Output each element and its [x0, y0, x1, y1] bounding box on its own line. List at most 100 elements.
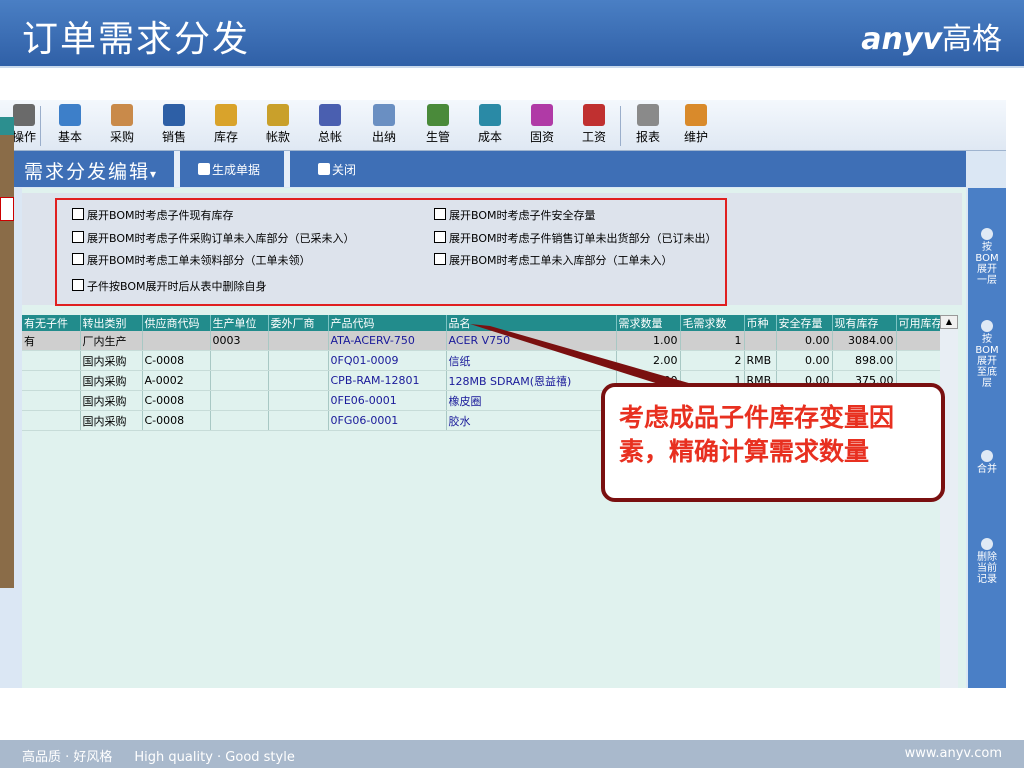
- maintain-icon: [685, 104, 707, 126]
- toolbar-item-13[interactable]: 维护: [672, 104, 720, 145]
- toolbar-item-6[interactable]: 总帐: [306, 104, 354, 145]
- zoom-icon: [981, 538, 993, 550]
- checkbox-icon[interactable]: [434, 208, 446, 220]
- right-action-label: 至底: [977, 367, 997, 378]
- option-checkbox-right-2[interactable]: 展开BOM时考虑工单未入库部分（工单未入）: [434, 252, 673, 268]
- table-cell: 0FE06-0001: [328, 390, 447, 411]
- column-header[interactable]: 毛需求数: [680, 315, 745, 331]
- right-action-bar: 按 BOM 展开 一层按 BOM 展开 至底层合并删除 当前 记录: [968, 188, 1006, 688]
- toolbar-item-5[interactable]: 帐款: [254, 104, 302, 145]
- option-checkbox-left-2[interactable]: 展开BOM时考虑工单未领料部分（工单未领）: [72, 252, 311, 268]
- right-action-label: BOM: [975, 345, 999, 356]
- toolbar-item-label: 报表: [635, 130, 660, 144]
- toolbar-item-10[interactable]: 固资: [518, 104, 566, 145]
- footer-site: www.anyv.com: [904, 746, 1002, 761]
- slide-footer: 高品质 · 好风格 High quality · Good style www.a…: [0, 740, 1024, 768]
- table-row[interactable]: 有厂内生产 0003 ATA-ACERV-750 ACER V750 1.00 1 0.00…: [22, 331, 941, 351]
- right-action-0[interactable]: 按 BOM 展开 一层: [968, 228, 1006, 286]
- column-header[interactable]: 需求数量: [616, 315, 681, 331]
- toolbar-item-12[interactable]: 报表: [624, 104, 672, 145]
- table-cell: [142, 331, 211, 351]
- panel-title[interactable]: 需求分发编辑▾: [24, 157, 158, 184]
- checkbox-icon[interactable]: [72, 253, 84, 265]
- table-cell: [896, 331, 941, 351]
- toolbar-item-9[interactable]: 成本: [466, 104, 514, 145]
- column-header[interactable]: 可用库存: [896, 315, 941, 331]
- left-side-strip: [0, 117, 14, 588]
- checkbox-icon[interactable]: [72, 208, 84, 220]
- checkbox-icon[interactable]: [434, 253, 446, 265]
- option-checkbox-left-3[interactable]: 子件按BOM展开时后从表中删除自身: [72, 278, 267, 294]
- table-cell: C-0008: [142, 350, 211, 371]
- toolbar-item-label: 帐款: [265, 130, 290, 144]
- table-cell: 国内采购: [80, 410, 143, 431]
- toolbar-item-7[interactable]: 出纳: [360, 104, 408, 145]
- right-action-label: 一层: [977, 275, 997, 286]
- column-header[interactable]: 有无子件: [22, 315, 81, 331]
- toolbar-item-label: 固资: [529, 130, 554, 144]
- table-cell: [896, 350, 941, 371]
- column-header[interactable]: 品名: [446, 315, 617, 331]
- table-cell: 3084.00: [832, 331, 897, 351]
- coins-icon: [267, 104, 289, 126]
- column-header[interactable]: 安全存量: [776, 315, 833, 331]
- toolbar-item-3[interactable]: 销售: [150, 104, 198, 145]
- callout-box: 考虑成品子件库存变量因素，精确计算需求数量: [601, 383, 945, 502]
- column-header[interactable]: 产品代码: [328, 315, 447, 331]
- column-header[interactable]: 供应商代码: [142, 315, 211, 331]
- right-action-1[interactable]: 按 BOM 展开 至底层: [968, 320, 1006, 389]
- table-cell: 1: [680, 331, 745, 351]
- option-checkbox-left-1[interactable]: 展开BOM时考虑子件采购订单未入库部分（已采未入）: [72, 230, 355, 246]
- right-action-3[interactable]: 删除 当前 记录: [968, 538, 1006, 585]
- left-strip-tab[interactable]: [0, 117, 14, 135]
- checkbox-icon[interactable]: [72, 231, 84, 243]
- slide-title: 订单需求分发: [22, 19, 251, 60]
- table-cell: [268, 370, 329, 391]
- toolbar-item-label: 工资: [581, 130, 606, 144]
- main-toolbar: 操作 基本 采购 销售 库存 帐款 总帐 出纳 生管 成本 固资 工资 报表 维护: [0, 100, 1006, 151]
- option-checkbox-left-0[interactable]: 展开BOM时考虑子件现有库存: [72, 207, 234, 223]
- option-checkbox-right-0[interactable]: 展开BOM时考虑子件安全存量: [434, 207, 596, 223]
- toolbar-item-8[interactable]: 生管: [414, 104, 462, 145]
- column-header[interactable]: 现有库存: [832, 315, 897, 331]
- column-header[interactable]: 委外厂商: [268, 315, 329, 331]
- handshake-icon: [111, 104, 133, 126]
- cashier-icon: [373, 104, 395, 126]
- table-cell: 厂内生产: [80, 331, 143, 351]
- table-cell: [210, 390, 269, 411]
- table-cell: 国内采购: [80, 350, 143, 371]
- table-cell: ACER V750: [446, 331, 617, 351]
- report-icon: [637, 104, 659, 126]
- toolbar-item-2[interactable]: 采购: [98, 104, 146, 145]
- close-button[interactable]: 关闭: [318, 161, 356, 178]
- table-cell: 2: [680, 350, 745, 371]
- table-cell: 信纸: [446, 350, 617, 371]
- column-header[interactable]: 币种: [744, 315, 777, 331]
- generate-document-button[interactable]: 生成单据: [198, 161, 260, 178]
- table-cell: 0FG06-0001: [328, 410, 447, 431]
- table-cell: 0.00: [776, 331, 833, 351]
- globe-icon: [479, 104, 501, 126]
- table-cell: 2.00: [616, 350, 681, 371]
- table-cell: [22, 410, 81, 431]
- toolbar-item-4[interactable]: 库存: [202, 104, 250, 145]
- chevron-down-icon: ▾: [150, 167, 159, 181]
- table-cell: 0003: [210, 331, 269, 351]
- footer-slogan: 高品质 · 好风格 High quality · Good style: [22, 750, 295, 765]
- checkbox-icon[interactable]: [72, 279, 84, 291]
- column-header[interactable]: 生产单位: [210, 315, 269, 331]
- right-action-2[interactable]: 合并: [968, 450, 1006, 475]
- table-cell: [210, 350, 269, 371]
- checkbox-icon[interactable]: [434, 231, 446, 243]
- option-checkbox-right-1[interactable]: 展开BOM时考虑子件销售订单未出货部分（已订未出）: [434, 230, 717, 246]
- asset-icon: [531, 104, 553, 126]
- toolbar-item-1[interactable]: 基本: [46, 104, 94, 145]
- scroll-up-icon[interactable]: ▲: [940, 315, 958, 329]
- production-icon: [427, 104, 449, 126]
- column-header[interactable]: 转出类别: [80, 315, 143, 331]
- book-icon: [163, 104, 185, 126]
- vertical-scrollbar[interactable]: ▲: [940, 315, 958, 688]
- toolbar-item-11[interactable]: 工资: [570, 104, 618, 145]
- table-row[interactable]: 国内采购 C-0008 0FQ01-0009 信纸 2.00 2 RMB 0.00 898.00: [22, 350, 941, 371]
- table-cell: [210, 370, 269, 391]
